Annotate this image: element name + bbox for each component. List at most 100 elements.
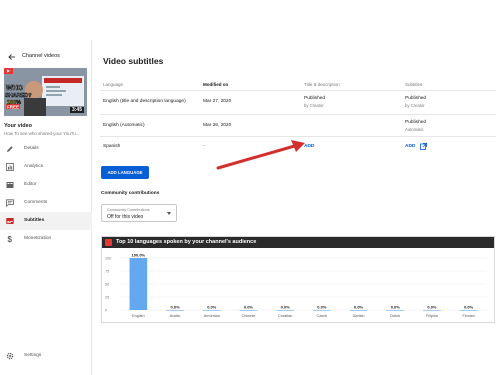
x-tick-label: Finnish xyxy=(463,314,475,318)
row-language: Spanish xyxy=(103,144,121,149)
x-tick-label: Croatian xyxy=(278,314,292,318)
bar xyxy=(202,310,221,311)
data-label: 100.0% xyxy=(132,253,146,258)
divider xyxy=(100,114,496,115)
column-header-title-description: Title & description xyxy=(304,82,340,87)
sidebar-header: Channel videos xyxy=(0,50,92,66)
community-contributions-select[interactable]: Community Contributions Off for this vid… xyxy=(101,204,177,222)
chevron-down-icon xyxy=(167,212,171,215)
column-header-subtitles: Subtitles xyxy=(405,82,423,87)
thumbnail-text-free: FREE xyxy=(7,105,19,110)
row-subs-status: Published xyxy=(405,96,427,101)
sidebar-item-label: Monetization xyxy=(24,236,52,241)
sidebar-item-monetization[interactable]: $ Monetization xyxy=(0,230,92,248)
your-video-label: Your video xyxy=(4,123,33,129)
video-duration: 3:45 xyxy=(69,107,84,113)
column-header-modified: Modified on xyxy=(203,82,229,87)
divider xyxy=(100,90,496,91)
row-modified: Mar 27, 2020 xyxy=(203,99,232,104)
row-subs-by: Automatic xyxy=(405,127,424,132)
sidebar-item-label: Details xyxy=(24,146,39,151)
annotation-arrow xyxy=(216,140,305,170)
data-label: 0.0% xyxy=(427,305,437,310)
data-label: 0.0% xyxy=(207,305,217,310)
data-label: 0.0% xyxy=(354,305,364,310)
sidebar-item-label: Analytics xyxy=(24,164,44,169)
row-subs-status: Published xyxy=(405,120,427,125)
sidebar-item-subtitles[interactable]: Subtitles xyxy=(0,212,92,230)
pencil-icon xyxy=(7,146,13,152)
external-link-icon[interactable] xyxy=(420,143,427,150)
thumbnail-text-shared: SHARED? xyxy=(5,93,32,99)
sidebar-item-comments[interactable]: Comments xyxy=(0,194,92,212)
subtitles-icon xyxy=(6,218,14,224)
y-tick-label: 100 xyxy=(105,256,111,260)
x-tick-label: Chinese xyxy=(241,314,255,318)
bar xyxy=(276,310,294,311)
row-modified: - xyxy=(203,144,205,149)
data-label: 0.0% xyxy=(244,305,254,310)
data-label: 0.0% xyxy=(317,305,327,310)
y-tick-label: 25 xyxy=(105,295,109,299)
row-language: English (title and description language) xyxy=(103,99,186,104)
sidebar-title: Channel videos xyxy=(22,53,60,59)
add-language-button[interactable]: ADD LANGUAGE xyxy=(101,166,149,179)
row-language: English (Automatic) xyxy=(103,123,145,128)
comments-icon xyxy=(6,199,14,207)
x-tick-label: Dutch xyxy=(390,314,400,318)
sidebar-item-details[interactable]: Details xyxy=(0,140,92,158)
bar xyxy=(386,310,405,311)
your-video-title[interactable]: How To see who shared your YouTu... xyxy=(4,131,90,136)
thumbnail-text-who: WHO xyxy=(6,85,24,92)
data-label: 0.0% xyxy=(170,305,180,310)
page-title: Video subtitles xyxy=(103,56,164,66)
bar xyxy=(459,310,478,311)
row-subs-by: by Creator xyxy=(405,103,425,108)
dollar-icon: $ xyxy=(8,235,13,243)
chart-title: Top 10 languages spoken by your channel'… xyxy=(116,239,257,245)
x-tick-label: Armenian xyxy=(204,314,220,318)
bar xyxy=(349,310,368,311)
sidebar-item-analytics[interactable]: Analytics xyxy=(0,158,92,176)
languages-chart: Top 10 languages spoken by your channel'… xyxy=(101,236,495,323)
chart-header: Top 10 languages spoken by your channel'… xyxy=(102,237,494,248)
x-tick-label: Filipino xyxy=(426,314,438,318)
analytics-icon xyxy=(6,163,14,171)
divider xyxy=(100,136,496,137)
svg-text:$: $ xyxy=(8,235,13,243)
community-contributions-title: Community contributions xyxy=(101,191,160,196)
settings-label: Settings xyxy=(24,353,42,358)
data-label: 0.0% xyxy=(464,305,474,310)
editor-icon xyxy=(6,182,14,188)
y-tick-label: 0 xyxy=(105,308,107,312)
row-modified: Mar 26, 2020 xyxy=(203,123,232,128)
sidebar-nav: Details Analytics Editor Comments Subtit… xyxy=(0,140,92,248)
sidebar-item-label: Editor xyxy=(24,182,37,187)
sidebar-item-label: Subtitles xyxy=(24,218,45,223)
y-tick-label: 50 xyxy=(105,282,109,286)
dropdown-value: Off for this video xyxy=(107,214,144,220)
row-title-by: by Creator xyxy=(304,103,324,108)
bar xyxy=(423,310,441,311)
data-label: 0.0% xyxy=(281,305,291,310)
chart-logo-icon xyxy=(105,239,112,246)
bar xyxy=(239,310,258,311)
y-tick-label: 75 xyxy=(105,269,109,273)
add-subtitles-link[interactable]: ADD xyxy=(405,144,415,149)
dropdown-label: Community Contributions xyxy=(107,208,150,212)
data-label: 0.0% xyxy=(391,305,401,310)
sidebar-item-label: Comments xyxy=(24,200,48,205)
gear-icon xyxy=(6,352,14,360)
row-title-status: Published xyxy=(304,96,326,101)
sidebar: Channel videos WHO SHARED? 100% FREE 3:4… xyxy=(0,40,92,375)
back-arrow-icon[interactable] xyxy=(7,52,17,62)
x-tick-label: Czech xyxy=(316,314,327,318)
bar xyxy=(129,258,148,310)
bar xyxy=(166,310,184,311)
x-tick-label: Arabic xyxy=(170,314,181,318)
column-header-language: Language xyxy=(103,82,124,87)
x-tick-label: Danish xyxy=(353,314,365,318)
video-thumbnail[interactable]: WHO SHARED? 100% FREE 3:45 xyxy=(4,68,87,116)
sidebar-item-settings[interactable]: Settings xyxy=(0,347,92,363)
sidebar-item-editor[interactable]: Editor xyxy=(0,176,92,194)
